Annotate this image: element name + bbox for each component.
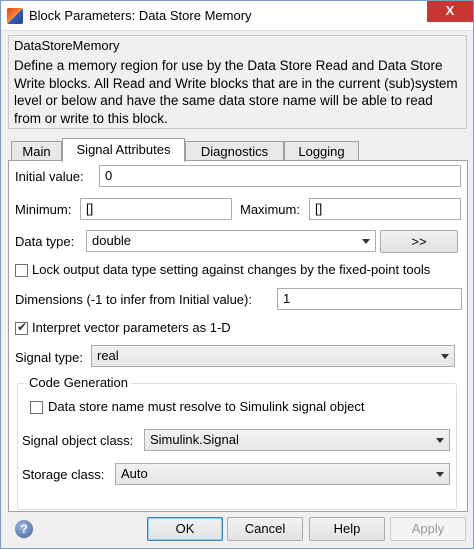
chevron-down-icon (362, 239, 370, 244)
title-bar[interactable]: Block Parameters: Data Store Memory X (1, 1, 473, 31)
interpret-vector-checkbox[interactable]: ✔ (15, 320, 28, 335)
block-name: DataStoreMemory (14, 38, 120, 53)
signal-type-combo[interactable]: real (91, 345, 455, 367)
maximum-label: Maximum: (240, 202, 300, 217)
tab-strip: Main Signal Attributes Diagnostics Loggi… (9, 138, 469, 162)
storage-class-combo[interactable]: Auto (115, 463, 450, 485)
data-type-label: Data type: (15, 234, 75, 249)
dimensions-label: Dimensions (-1 to infer from Initial val… (15, 292, 252, 307)
cancel-button[interactable]: Cancel (227, 517, 303, 541)
minimum-label: Minimum: (15, 202, 72, 217)
chevron-down-icon (441, 354, 449, 359)
help-icon[interactable]: ? (15, 520, 33, 538)
code-generation-title: Code Generation (26, 375, 132, 390)
signal-type-value: real (97, 348, 119, 363)
data-type-combo[interactable]: double (86, 230, 376, 252)
code-generation-group: Code Generation Data store name must res… (17, 375, 457, 510)
minimum-field[interactable]: [] (80, 198, 232, 220)
lock-data-type-checkbox[interactable] (15, 264, 28, 277)
block-description-group: DataStoreMemory Define a memory region f… (8, 35, 467, 129)
storage-class-value: Auto (121, 466, 148, 481)
matlab-icon (7, 8, 23, 24)
tab-signal-attributes[interactable]: Signal Attributes (62, 138, 185, 162)
dialog-window: Block Parameters: Data Store Memory X Da… (0, 0, 474, 549)
signal-object-class-label: Signal object class: (22, 433, 134, 448)
ok-button[interactable]: OK (147, 517, 223, 541)
signal-attributes-panel: Initial value: 0 Minimum: [] Maximum: []… (8, 160, 468, 512)
chevron-down-icon (436, 472, 444, 477)
tab-main[interactable]: Main (11, 141, 62, 162)
chevron-down-icon (436, 438, 444, 443)
tab-logging[interactable]: Logging (284, 141, 359, 162)
dimensions-field[interactable]: 1 (277, 288, 462, 310)
signal-object-class-value: Simulink.Signal (150, 432, 239, 447)
data-type-assistant-button[interactable]: >> (380, 230, 458, 253)
lock-data-type-label: Lock output data type setting against ch… (32, 262, 431, 277)
initial-value-field[interactable]: 0 (99, 165, 461, 187)
checkmark-icon: ✔ (17, 320, 28, 334)
tab-diagnostics[interactable]: Diagnostics (185, 141, 284, 162)
maximum-field[interactable]: [] (309, 198, 461, 220)
resolve-signal-object-checkbox[interactable] (30, 401, 43, 414)
help-button[interactable]: Help (309, 517, 385, 541)
interpret-vector-label: Interpret vector parameters as 1-D (32, 320, 231, 335)
data-type-value: double (92, 233, 132, 248)
storage-class-label: Storage class: (22, 467, 105, 482)
block-description-text: Define a memory region for use by the Da… (14, 58, 458, 126)
apply-button[interactable]: Apply (390, 517, 466, 541)
close-button[interactable]: X (427, 1, 473, 22)
window-title: Block Parameters: Data Store Memory (29, 8, 252, 23)
resolve-signal-object-label: Data store name must resolve to Simulink… (48, 399, 365, 414)
signal-type-label: Signal type: (15, 350, 83, 365)
initial-value-label: Initial value: (15, 169, 84, 184)
signal-object-class-combo[interactable]: Simulink.Signal (144, 429, 450, 451)
